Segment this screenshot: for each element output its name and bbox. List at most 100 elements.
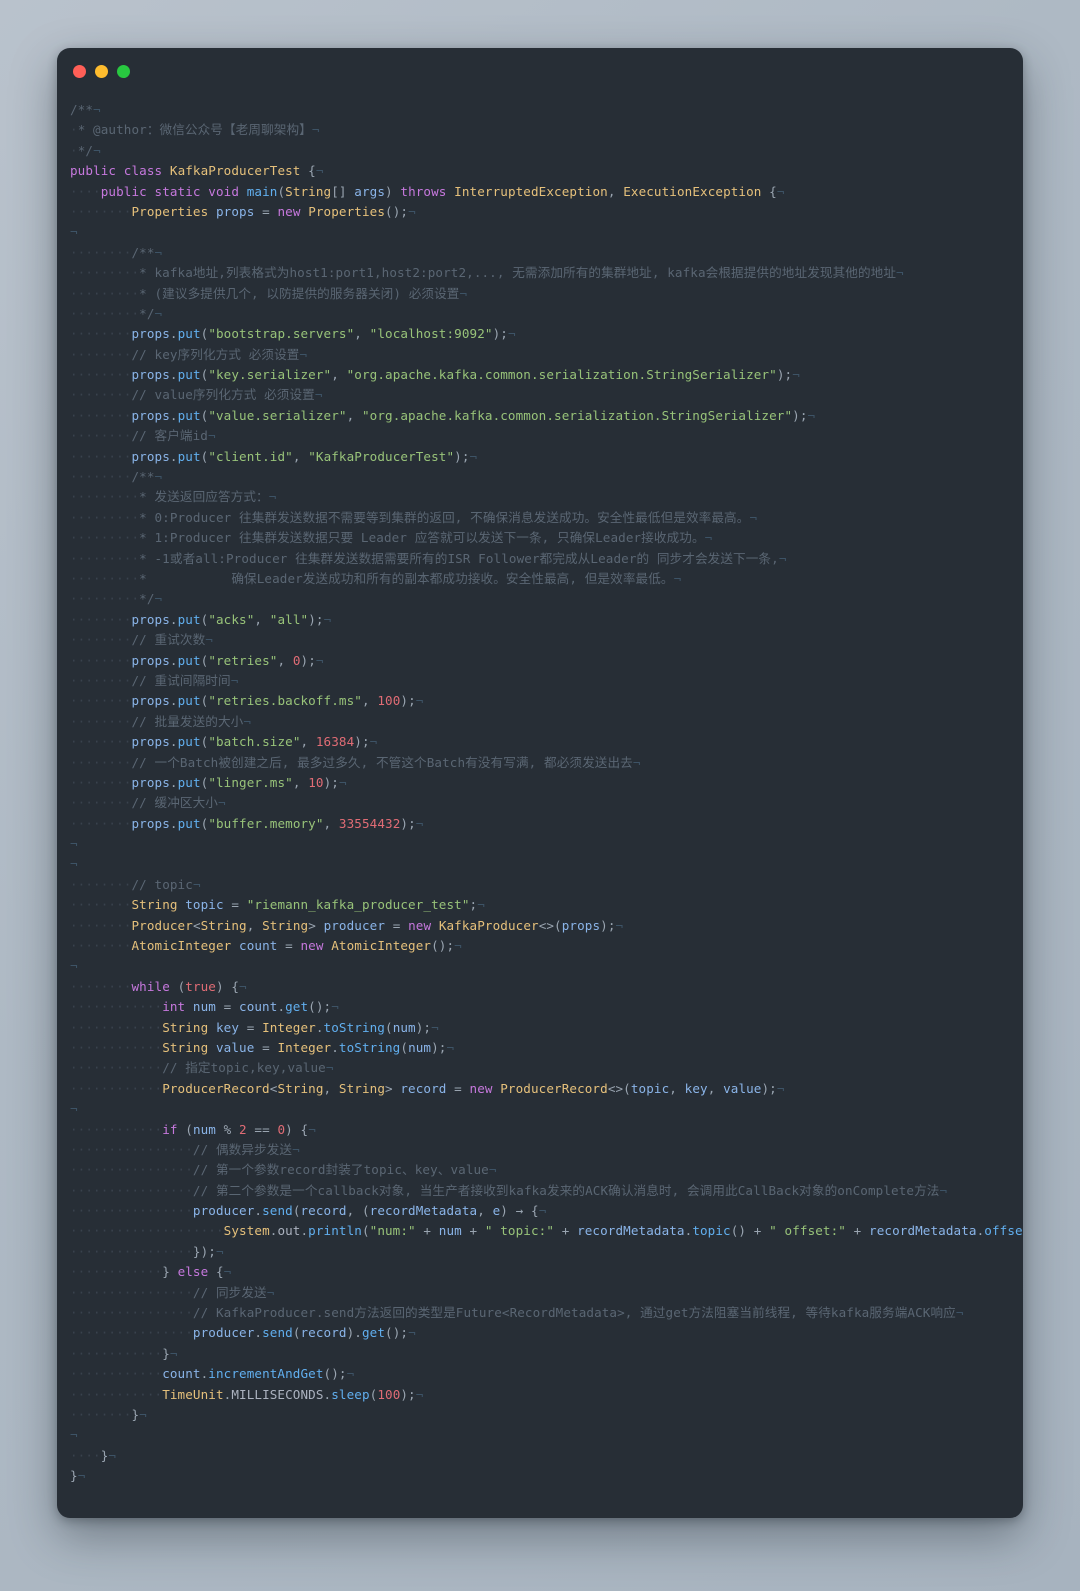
line-end-marker: ¬ [415, 815, 424, 831]
code-token: throws [400, 183, 447, 199]
code-line[interactable]: ········// 重试次数¬ [70, 630, 1023, 650]
code-line[interactable]: ········// topic¬ [70, 875, 1023, 895]
code-line[interactable]: ············} else {¬ [70, 1262, 1023, 1282]
indent-marker: ········· [70, 285, 140, 301]
code-punctuation: . [254, 1203, 263, 1219]
code-line[interactable]: ················// 第二个参数是一个callback对象, 当… [70, 1181, 1023, 1201]
code-line[interactable]: ····public static void main(String[] arg… [70, 182, 1023, 202]
code-line[interactable]: ············// 指定topic,key,value¬ [70, 1058, 1023, 1078]
code-line[interactable]: ················producer.send(record, (r… [70, 1201, 1023, 1221]
string-literal: "linger.ms" [208, 774, 293, 790]
indent-marker: ········ [70, 469, 132, 485]
close-button[interactable] [73, 64, 86, 78]
code-line[interactable]: public class KafkaProducerTest {¬ [70, 161, 1023, 181]
code-punctuation: }); [192, 1243, 216, 1259]
code-line[interactable]: ········/**¬ [70, 467, 1023, 487]
code-line[interactable]: ········Properties props = new Propertie… [70, 202, 1023, 222]
code-line[interactable]: /**¬ [70, 100, 1023, 120]
code-token: Producer [131, 917, 193, 933]
code-line[interactable]: ············ProducerRecord<String, Strin… [70, 1079, 1023, 1099]
code-line[interactable]: ········props.put("bootstrap.servers", "… [70, 324, 1023, 344]
code-line[interactable]: ·········* 确保Leader发送成功和所有的副本都成功接收。安全性最高… [70, 569, 1023, 589]
code-line[interactable]: ·*/¬ [70, 141, 1023, 161]
code-line[interactable]: ¬ [70, 956, 1023, 976]
code-line[interactable]: ········// key序列化方式 必须设置¬ [70, 345, 1023, 365]
code-comment: * 1:Producer 往集群发送数据只要 Leader 应答就可以发送下一条… [139, 530, 705, 546]
code-token: get [361, 1325, 386, 1341]
code-line[interactable]: ¬ [70, 854, 1023, 874]
code-line[interactable]: ················});¬ [70, 1242, 1023, 1262]
code-token: props [561, 917, 601, 933]
line-end-marker: ¬ [346, 1366, 355, 1382]
code-line[interactable]: ········props.put("linger.ms", 10);¬ [70, 773, 1023, 793]
indent-marker: ········ [70, 387, 132, 403]
code-line[interactable]: ¬ [70, 834, 1023, 854]
code-line[interactable]: ············TimeUnit.MILLISECONDS.sleep(… [70, 1385, 1023, 1405]
code-punctuation: + [554, 1223, 578, 1239]
code-line[interactable]: ················// 第一个参数record封装了topic、k… [70, 1160, 1023, 1180]
code-line[interactable]: ········String topic = "riemann_kafka_pr… [70, 895, 1023, 915]
line-end-marker: ¬ [488, 1162, 497, 1178]
minimize-button[interactable] [95, 64, 108, 78]
code-line[interactable]: ········// 一个Batch被创建之后, 最多过多久, 不管这个Batc… [70, 753, 1023, 773]
code-line[interactable]: ·········* 1:Producer 往集群发送数据只要 Leader 应… [70, 528, 1023, 548]
code-line[interactable]: ····}¬ [70, 1446, 1023, 1466]
code-token: toString [338, 1039, 401, 1055]
code-line[interactable]: ········// 客户端id¬ [70, 426, 1023, 446]
code-line[interactable]: ········// value序列化方式 必须设置¬ [70, 385, 1023, 405]
code-line[interactable]: ················// KafkaProducer.send方法返… [70, 1303, 1023, 1323]
code-line[interactable]: ········props.put("retries.backoff.ms", … [70, 691, 1023, 711]
code-line[interactable]: ········props.put("batch.size", 16384);¬ [70, 732, 1023, 752]
code-line[interactable]: ················// 同步发送¬ [70, 1283, 1023, 1303]
code-line[interactable]: ·········* 发送返回应答方式：¬ [70, 487, 1023, 507]
code-line[interactable]: ········props.put("value.serializer", "o… [70, 406, 1023, 426]
code-line[interactable]: ············String value = Integer.toStr… [70, 1038, 1023, 1058]
code-line[interactable]: ············if (num % 2 == 0) {¬ [70, 1120, 1023, 1140]
code-line[interactable]: ·········* kafka地址,列表格式为host1:port1,host… [70, 263, 1023, 283]
code-line[interactable]: ········props.put("retries", 0);¬ [70, 651, 1023, 671]
code-punctuation: < [192, 917, 201, 933]
code-punctuation [116, 163, 124, 178]
code-line[interactable]: ¬ [70, 1099, 1023, 1119]
code-punctuation: ( [177, 1121, 193, 1137]
code-line[interactable]: }¬ [70, 1466, 1023, 1486]
code-line[interactable]: ········props.put("buffer.memory", 33554… [70, 814, 1023, 834]
line-end-marker: ¬ [70, 224, 78, 240]
code-line[interactable]: ¬ [70, 1425, 1023, 1445]
line-end-marker: ¬ [408, 203, 416, 219]
code-line[interactable]: ········// 批量发送的大小¬ [70, 712, 1023, 732]
code-line[interactable]: ¬ [70, 222, 1023, 242]
code-line[interactable]: ········props.put("key.serializer", "org… [70, 365, 1023, 385]
code-line[interactable]: ············count.incrementAndGet();¬ [70, 1364, 1023, 1384]
code-line[interactable]: ········props.put("client.id", "KafkaPro… [70, 447, 1023, 467]
code-line[interactable]: ·········*/¬ [70, 589, 1023, 609]
code-punctuation: () + [730, 1223, 770, 1239]
code-line[interactable]: ········Producer<String, String> produce… [70, 916, 1023, 936]
code-line[interactable]: ············int num = count.get();¬ [70, 997, 1023, 1017]
code-line[interactable]: ················// 偶数异步发送¬ [70, 1140, 1023, 1160]
indent-marker: ········ [70, 815, 132, 831]
code-line[interactable]: ········}¬ [70, 1405, 1023, 1425]
code-line[interactable]: ········AtomicInteger count = new Atomic… [70, 936, 1023, 956]
code-line[interactable]: ············}¬ [70, 1344, 1023, 1364]
code-token: num [392, 1019, 416, 1035]
code-line[interactable]: ········// 缓冲区大小¬ [70, 793, 1023, 813]
code-line[interactable]: ········props.put("acks", "all");¬ [70, 610, 1023, 630]
code-line[interactable]: ····················System.out.println("… [70, 1221, 1023, 1241]
code-line[interactable]: ············String key = Integer.toStrin… [70, 1018, 1023, 1038]
code-line[interactable]: ·········*/¬ [70, 304, 1023, 324]
code-punctuation: ); [761, 1080, 777, 1096]
code-token: record [300, 1325, 347, 1341]
code-line[interactable]: ········while (true) {¬ [70, 977, 1023, 997]
maximize-button[interactable] [117, 64, 130, 78]
line-end-marker: ¬ [139, 1407, 147, 1422]
code-line[interactable]: ········/**¬ [70, 243, 1023, 263]
code-line[interactable]: ················producer.send(record).ge… [70, 1323, 1023, 1343]
code-content[interactable]: /**¬ ·* @author：微信公众号【老周聊架构】¬ ·*/¬ public c… [57, 94, 1023, 1513]
code-line[interactable]: ········// 重试间隔时间¬ [70, 671, 1023, 691]
code-line[interactable]: ·········* 0:Producer 往集群发送数据不需要等到集群的返回,… [70, 508, 1023, 528]
code-line[interactable]: ·········* (建议多提供几个, 以防提供的服务器关闭) 必须设置¬ [70, 284, 1023, 304]
code-token: toString [323, 1019, 385, 1035]
code-line[interactable]: ·········* -1或者all:Producer 往集群发送数据需要所有的… [70, 549, 1023, 569]
code-line[interactable]: ·* @author：微信公众号【老周聊架构】¬ [70, 120, 1023, 140]
